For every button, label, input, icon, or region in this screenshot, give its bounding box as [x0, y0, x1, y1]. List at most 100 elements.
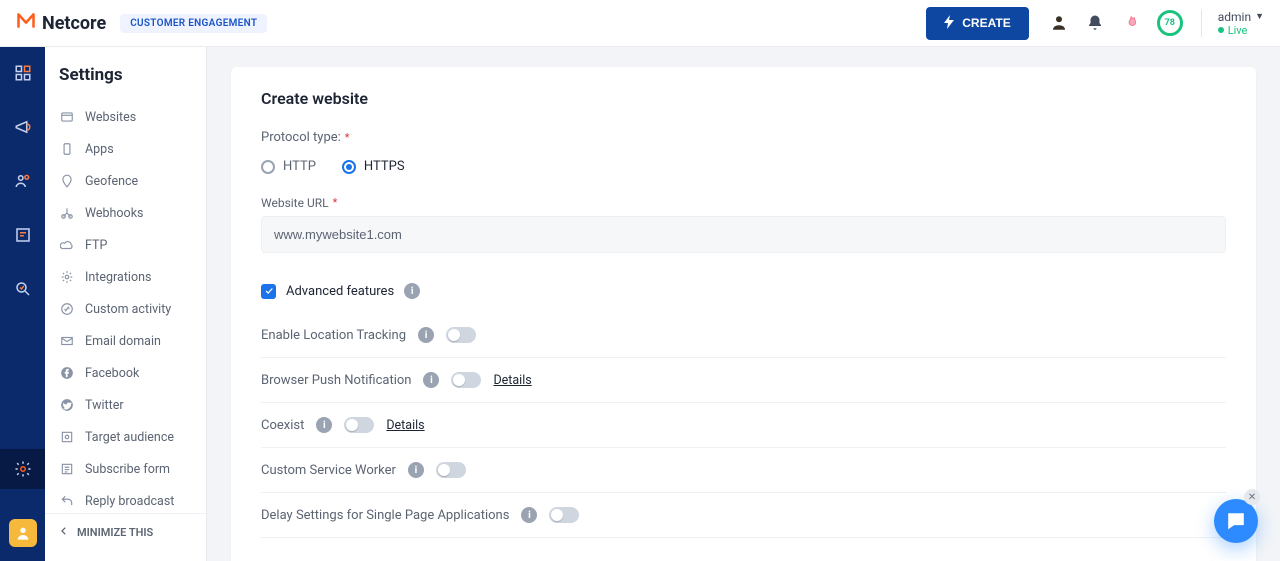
sidebar-item-label: Apps — [85, 142, 114, 157]
sidebar-item-label: FTP — [85, 238, 107, 253]
activity-icon — [59, 301, 75, 317]
sidebar-item-ftp[interactable]: FTP — [45, 229, 206, 261]
feature-list: Enable Location TrackingiBrowser Push No… — [261, 323, 1226, 538]
feature-row: Delay Settings for Single Page Applicati… — [261, 493, 1226, 538]
protocol-label-text: Protocol type: — [261, 130, 341, 145]
rail-settings[interactable] — [0, 449, 45, 489]
create-button[interactable]: CREATE — [926, 7, 1028, 40]
sidebar-item-label: Facebook — [85, 366, 139, 381]
sidebar-item-label: Reply broadcast — [85, 494, 174, 509]
sidebar-item-facebook[interactable]: Facebook — [45, 357, 206, 389]
protocol-label: Protocol type: * — [261, 130, 1226, 145]
info-icon[interactable]: i — [316, 417, 332, 433]
sidebar-item-twitter[interactable]: Twitter — [45, 389, 206, 421]
user-menu[interactable]: admin ▼ Live — [1201, 10, 1264, 37]
sidebar-item-webhooks[interactable]: Webhooks — [45, 197, 206, 229]
feature-toggle[interactable] — [549, 507, 579, 523]
nav-rail — [0, 47, 45, 561]
sidebar-item-label: Custom activity — [85, 302, 171, 317]
sidebar-item-label: Integrations — [85, 270, 151, 285]
feature-row: CoexistiDetails — [261, 403, 1226, 448]
protocol-http-option[interactable]: HTTP — [261, 159, 316, 174]
rail-campaigns[interactable] — [11, 115, 35, 139]
website-url-input[interactable] — [261, 216, 1226, 253]
sidebar-item-label: Websites — [85, 110, 136, 125]
sidebar-item-target-audience[interactable]: Target audience — [45, 421, 206, 453]
chat-launcher[interactable] — [1214, 499, 1258, 543]
rail-dashboard[interactable] — [11, 61, 35, 85]
chat-dismiss[interactable]: ✕ — [1244, 489, 1260, 505]
user-name: admin — [1218, 10, 1251, 24]
advanced-checkbox[interactable] — [261, 284, 276, 299]
create-button-label: CREATE — [962, 16, 1010, 30]
sidebar-item-label: Email domain — [85, 334, 161, 349]
feature-toggle[interactable] — [446, 327, 476, 343]
feature-label: Enable Location Tracking — [261, 328, 406, 343]
sidebar-item-custom-activity[interactable]: Custom activity — [45, 293, 206, 325]
caret-down-icon: ▼ — [1255, 11, 1264, 22]
sidebar-item-apps[interactable]: Apps — [45, 133, 206, 165]
main-scroll: Create website Protocol type: * HTTP HTT… — [207, 47, 1280, 561]
person-icon[interactable] — [1049, 13, 1069, 33]
mail-icon — [59, 333, 75, 349]
sidebar-item-label: Subscribe form — [85, 462, 170, 477]
details-link[interactable]: Details — [493, 373, 531, 388]
rail-analytics[interactable] — [11, 277, 35, 301]
brand-name: Netcore — [42, 13, 106, 34]
rail-audience[interactable] — [11, 169, 35, 193]
protocol-https-option[interactable]: HTTPS — [342, 159, 405, 174]
protocol-http-label: HTTP — [283, 159, 316, 174]
feature-toggle[interactable] — [344, 417, 374, 433]
rail-content[interactable] — [11, 223, 35, 247]
required-star-icon: * — [345, 131, 350, 144]
sidebar-item-reply-broadcast[interactable]: Reply broadcast — [45, 485, 206, 513]
score-ring[interactable]: 78 — [1157, 10, 1183, 36]
brand-logo[interactable]: Netcore — [16, 11, 106, 36]
score-value: 78 — [1165, 18, 1175, 28]
radio-icon — [261, 160, 275, 174]
sidebar-item-geofence[interactable]: Geofence — [45, 165, 206, 197]
fire-icon[interactable] — [1121, 13, 1141, 33]
feature-toggle[interactable] — [436, 462, 466, 478]
reply-icon — [59, 493, 75, 509]
url-label-text: Website URL — [261, 196, 329, 210]
feature-toggle[interactable] — [451, 372, 481, 388]
minimize-sidebar[interactable]: MINIMIZE THIS — [45, 513, 206, 551]
settings-menu: Websites Apps GeofenceWebhooks FTP Integrati… — [45, 101, 206, 513]
details-link[interactable]: Details — [386, 418, 424, 433]
url-field-label: Website URL * — [261, 196, 1226, 210]
sidebar-item-email-domain[interactable]: Email domain — [45, 325, 206, 357]
rail-profile[interactable] — [9, 519, 37, 547]
bell-icon[interactable] — [1085, 13, 1105, 33]
sidebar-item-integrations[interactable]: Integrations — [45, 261, 206, 293]
gear-small-icon — [59, 269, 75, 285]
twitter-icon — [59, 397, 75, 413]
globe-icon — [59, 109, 75, 125]
info-icon[interactable]: i — [423, 372, 439, 388]
sidebar-title: Settings — [45, 65, 206, 101]
info-icon[interactable]: i — [408, 462, 424, 478]
advanced-label: Advanced features — [286, 284, 394, 299]
info-icon[interactable]: i — [521, 507, 537, 523]
cloud-icon — [59, 237, 75, 253]
hook-icon — [59, 205, 75, 221]
sidebar-item-label: Target audience — [85, 430, 174, 445]
create-website-card: Create website Protocol type: * HTTP HTT… — [231, 67, 1256, 561]
feature-label: Browser Push Notification — [261, 373, 411, 388]
topbar-icon-group: 78 — [1049, 10, 1183, 36]
info-icon[interactable]: i — [418, 327, 434, 343]
facebook-icon — [59, 365, 75, 381]
feature-label: Custom Service Worker — [261, 463, 396, 478]
protocol-radio-group: HTTP HTTPS — [261, 159, 1226, 174]
feature-row: Browser Push Notification i Details — [261, 358, 1226, 403]
advanced-features-row: Advanced features i — [261, 283, 1226, 299]
sidebar-item-websites[interactable]: Websites — [45, 101, 206, 133]
page-title: Create website — [261, 89, 1226, 108]
settings-sidebar: Settings Websites Apps GeofenceWebhooks FTP… — [45, 47, 207, 561]
form-icon — [59, 461, 75, 477]
target-icon — [59, 429, 75, 445]
protocol-https-label: HTTPS — [364, 159, 405, 174]
sidebar-item-label: Twitter — [85, 398, 124, 413]
info-icon[interactable]: i — [404, 283, 420, 299]
sidebar-item-subscribe-form[interactable]: Subscribe form — [45, 453, 206, 485]
